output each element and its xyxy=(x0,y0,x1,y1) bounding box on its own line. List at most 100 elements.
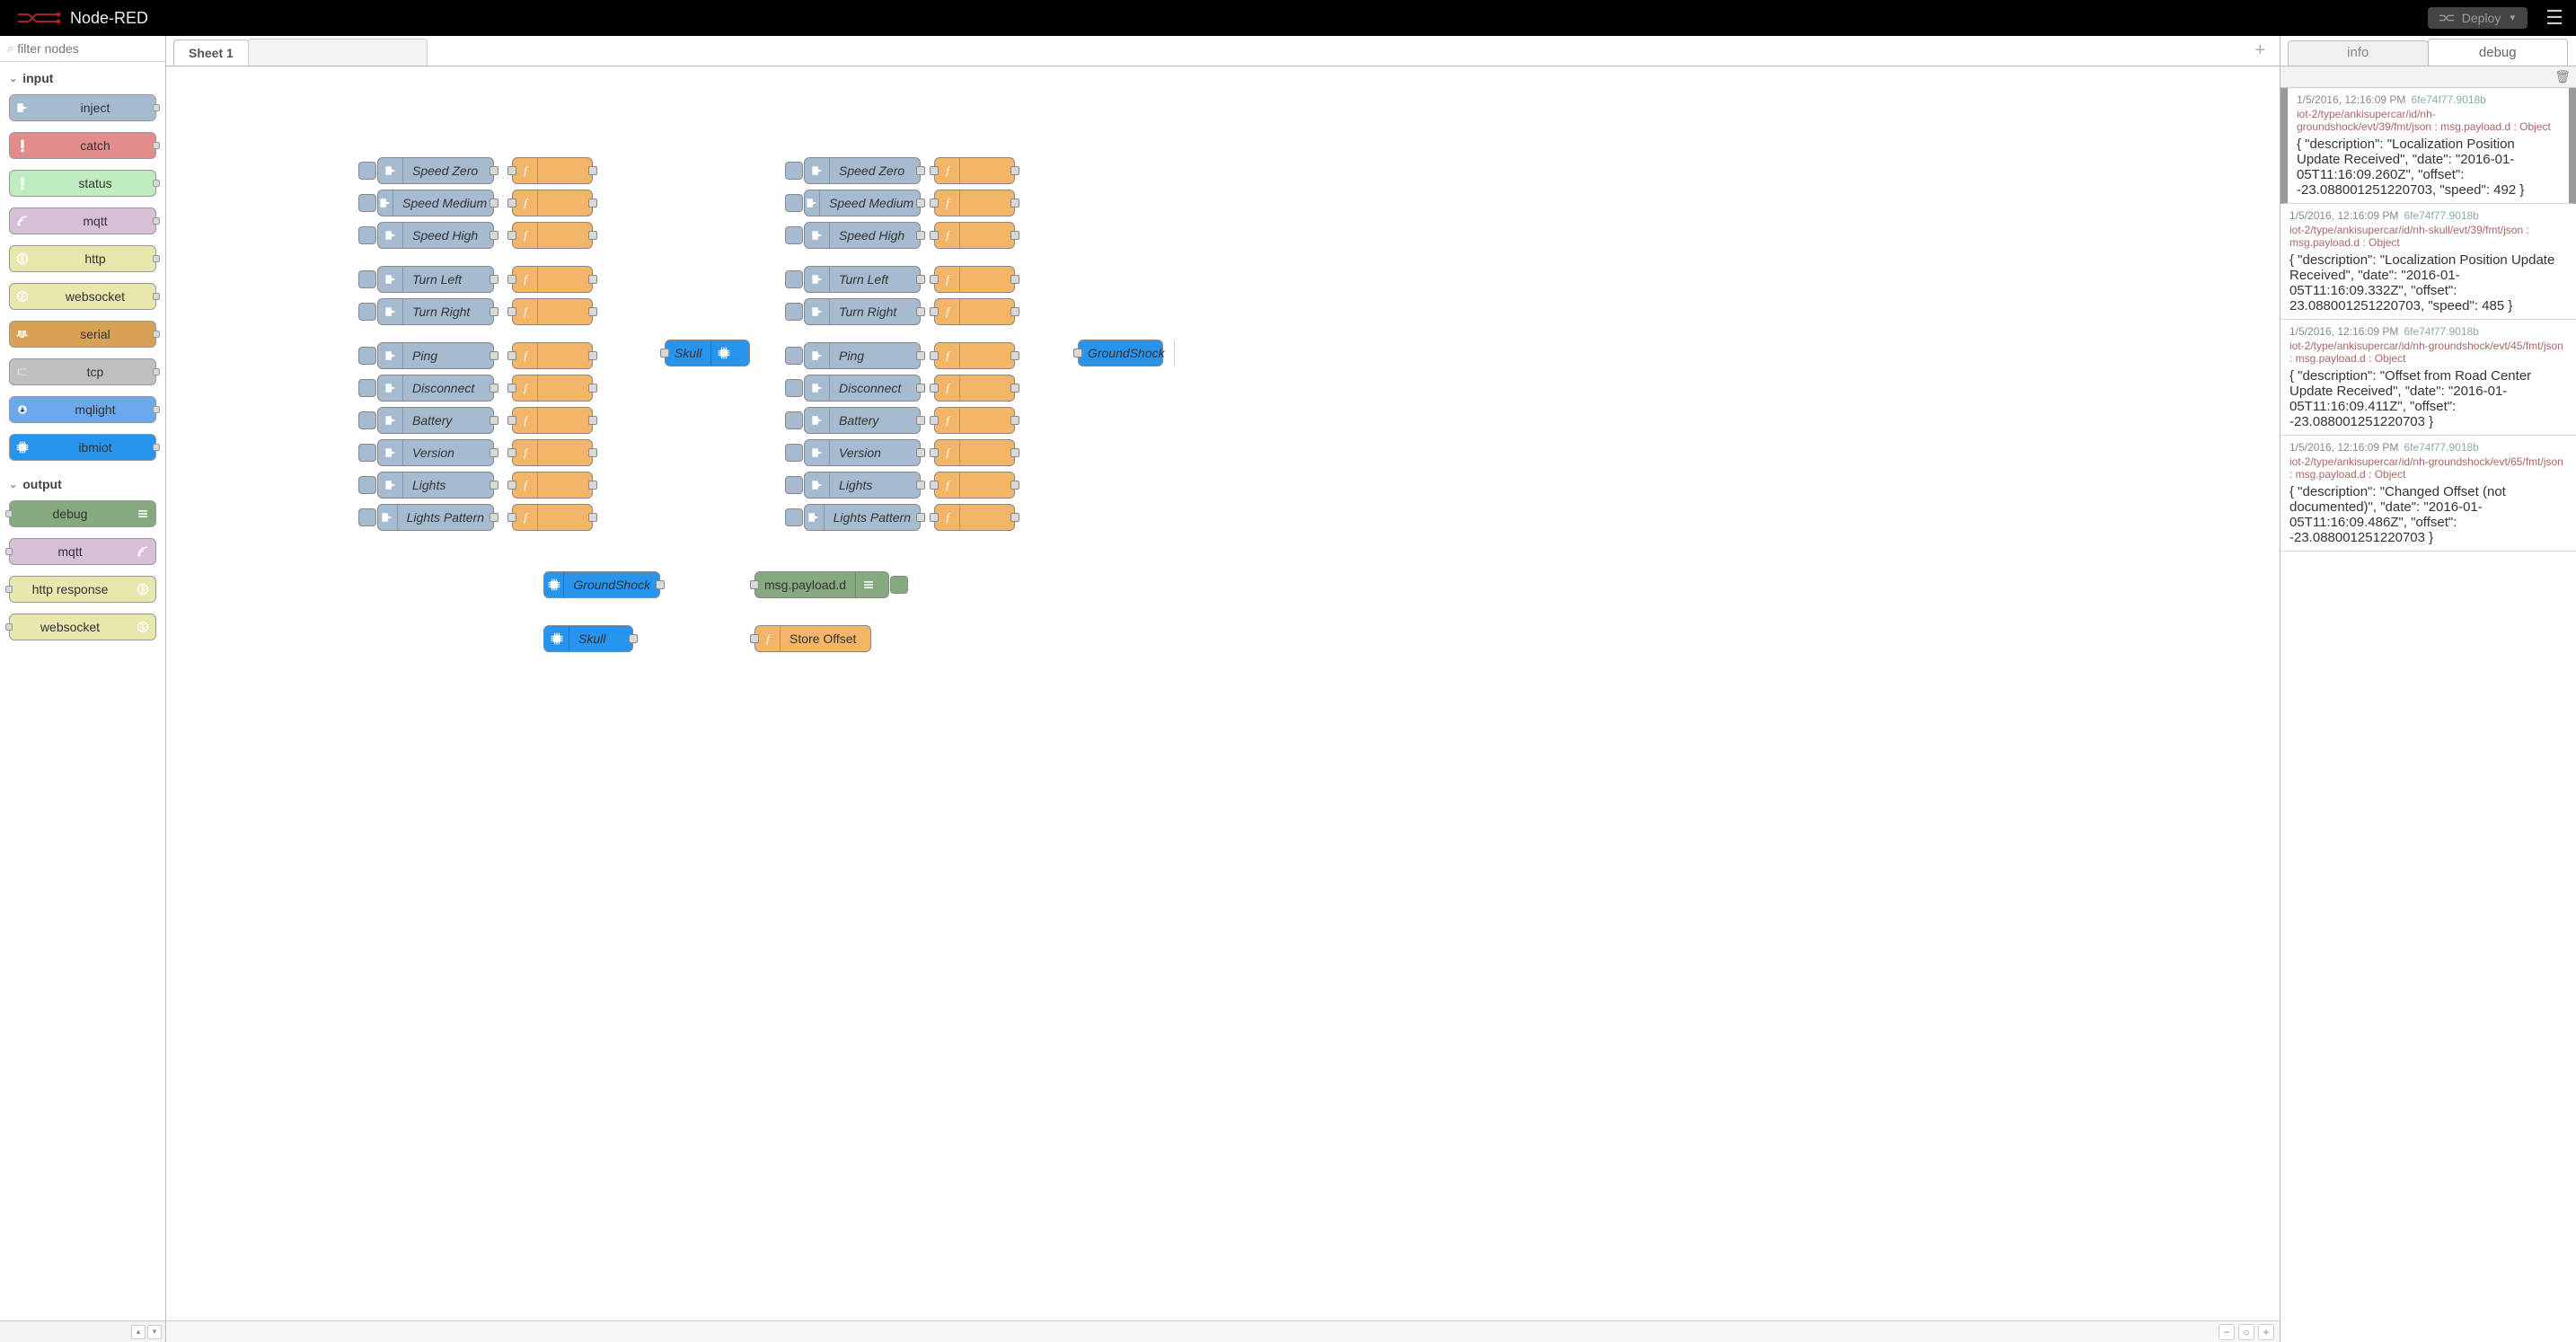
inject-node[interactable]: Lights Pattern xyxy=(377,504,494,531)
port-out[interactable] xyxy=(629,634,638,643)
port-out[interactable] xyxy=(588,384,597,393)
workspace-tab-empty[interactable] xyxy=(248,39,428,66)
inject-node[interactable]: Lights Pattern xyxy=(804,504,921,531)
port-in[interactable] xyxy=(507,448,516,457)
inject-trigger-button[interactable] xyxy=(358,444,376,462)
inject-node[interactable]: Ping xyxy=(377,342,494,369)
inject-node[interactable]: Speed High xyxy=(377,222,494,249)
palette-category[interactable]: ⌄input xyxy=(9,66,156,94)
inject-trigger-button[interactable] xyxy=(785,162,803,180)
port-out[interactable] xyxy=(490,416,498,425)
port-in[interactable] xyxy=(930,384,939,393)
function-node[interactable]: f xyxy=(934,266,1015,293)
palette-node-inject[interactable]: inject xyxy=(9,94,156,121)
palette-node-websocket[interactable]: websocket xyxy=(9,283,156,310)
inject-trigger-button[interactable] xyxy=(785,270,803,288)
port-out[interactable] xyxy=(916,416,925,425)
palette-collapse-button[interactable]: ▴ xyxy=(131,1325,146,1339)
inject-trigger-button[interactable] xyxy=(358,270,376,288)
port-out[interactable] xyxy=(916,307,925,316)
port-out[interactable] xyxy=(1010,307,1019,316)
inject-node[interactable]: Disconnect xyxy=(804,375,921,402)
inject-trigger-button[interactable] xyxy=(358,194,376,212)
port-in[interactable] xyxy=(507,231,516,240)
port-in[interactable] xyxy=(930,166,939,175)
ibmiot-in-node[interactable]: Skull xyxy=(543,625,633,652)
port-in[interactable] xyxy=(750,634,759,643)
debug-node[interactable]: msg.payload.d xyxy=(754,571,889,598)
palette-node-tcp[interactable]: tcp xyxy=(9,358,156,385)
inject-trigger-button[interactable] xyxy=(785,476,803,494)
inject-trigger-button[interactable] xyxy=(358,508,376,526)
port-out[interactable] xyxy=(1010,481,1019,490)
port-out[interactable] xyxy=(490,513,498,522)
inject-trigger-button[interactable] xyxy=(358,411,376,429)
inject-trigger-button[interactable] xyxy=(358,162,376,180)
port-out[interactable] xyxy=(1010,166,1019,175)
function-node[interactable]: f xyxy=(512,298,593,325)
port-in[interactable] xyxy=(930,307,939,316)
port-in[interactable] xyxy=(507,384,516,393)
port-out[interactable] xyxy=(1010,351,1019,360)
port-in[interactable] xyxy=(930,481,939,490)
port-out[interactable] xyxy=(916,199,925,207)
palette-node-status[interactable]: status xyxy=(9,170,156,197)
inject-trigger-button[interactable] xyxy=(785,379,803,397)
port-out[interactable] xyxy=(588,166,597,175)
function-node[interactable]: f xyxy=(934,375,1015,402)
function-node[interactable]: fStore Offset xyxy=(754,625,871,652)
port-in[interactable] xyxy=(930,448,939,457)
inject-node[interactable]: Battery xyxy=(377,407,494,434)
function-node[interactable]: f xyxy=(512,375,593,402)
palette-node-http-response[interactable]: http response xyxy=(9,576,156,603)
inject-node[interactable]: Turn Left xyxy=(377,266,494,293)
port-out[interactable] xyxy=(588,481,597,490)
function-node[interactable]: f xyxy=(934,298,1015,325)
inject-trigger-button[interactable] xyxy=(358,347,376,365)
function-node[interactable]: f xyxy=(512,342,593,369)
debug-entry[interactable]: 1/5/2016, 12:16:09 PM6fe74f77.9018b iot-… xyxy=(2280,88,2576,204)
function-node[interactable]: f xyxy=(934,157,1015,184)
function-node[interactable]: f xyxy=(512,439,593,466)
port-out[interactable] xyxy=(656,580,665,589)
port-out[interactable] xyxy=(588,416,597,425)
port-in[interactable] xyxy=(930,416,939,425)
port-in[interactable] xyxy=(930,199,939,207)
menu-button[interactable]: ☰ xyxy=(2540,6,2569,30)
inject-trigger-button[interactable] xyxy=(785,411,803,429)
debug-toggle-button[interactable] xyxy=(890,576,908,594)
palette-category[interactable]: ⌄output xyxy=(9,472,156,500)
port-out[interactable] xyxy=(1010,384,1019,393)
port-in[interactable] xyxy=(930,231,939,240)
inject-trigger-button[interactable] xyxy=(358,303,376,321)
palette-node-mqtt[interactable]: mqtt xyxy=(9,207,156,234)
function-node[interactable]: f xyxy=(512,266,593,293)
port-out[interactable] xyxy=(490,481,498,490)
port-in[interactable] xyxy=(507,307,516,316)
port-in[interactable] xyxy=(507,513,516,522)
port-in[interactable] xyxy=(930,351,939,360)
port-out[interactable] xyxy=(916,384,925,393)
function-node[interactable]: f xyxy=(512,472,593,499)
inject-node[interactable]: Turn Left xyxy=(804,266,921,293)
palette-expand-button[interactable]: ▾ xyxy=(147,1325,162,1339)
function-node[interactable]: f xyxy=(934,342,1015,369)
port-out[interactable] xyxy=(588,275,597,284)
inject-trigger-button[interactable] xyxy=(785,508,803,526)
inject-trigger-button[interactable] xyxy=(358,379,376,397)
zoom-reset-button[interactable]: ○ xyxy=(2238,1324,2254,1340)
function-node[interactable]: f xyxy=(934,472,1015,499)
palette-node-ibmiot[interactable]: ibmiot xyxy=(9,434,156,461)
zoom-out-button[interactable]: − xyxy=(2219,1324,2235,1340)
port-out[interactable] xyxy=(588,448,597,457)
port-out[interactable] xyxy=(490,231,498,240)
port-out[interactable] xyxy=(916,513,925,522)
inject-trigger-button[interactable] xyxy=(785,347,803,365)
inject-node[interactable]: Lights xyxy=(804,472,921,499)
add-tab-button[interactable]: + xyxy=(2245,40,2274,61)
port-out[interactable] xyxy=(916,231,925,240)
port-out[interactable] xyxy=(1010,231,1019,240)
inject-trigger-button[interactable] xyxy=(358,226,376,244)
inject-trigger-button[interactable] xyxy=(785,444,803,462)
inject-node[interactable]: Speed High xyxy=(804,222,921,249)
